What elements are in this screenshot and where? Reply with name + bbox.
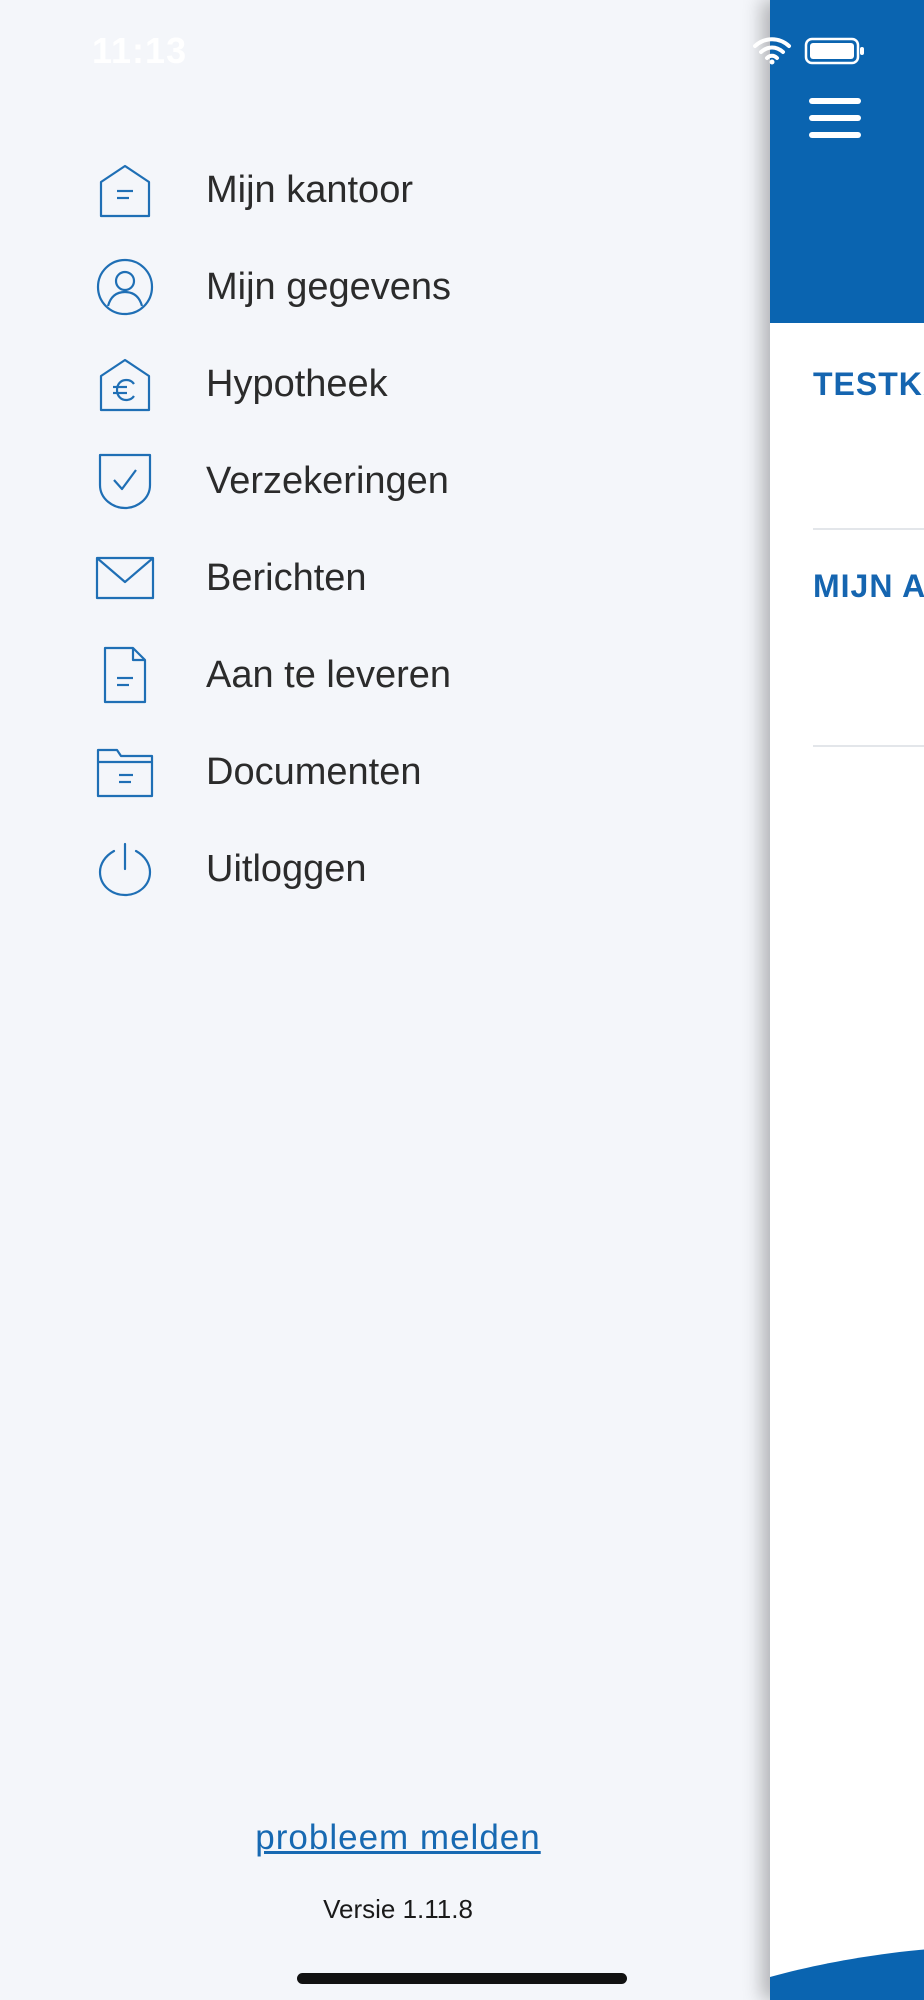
- menu-item-label: Verzekeringen: [206, 459, 449, 502]
- main-content-panel[interactable]: TESTKA MIJN A: [770, 0, 924, 2000]
- menu-item-label: Mijn kantoor: [206, 168, 413, 211]
- menu-item-uitloggen[interactable]: Uitloggen: [92, 829, 692, 909]
- battery-icon: [804, 37, 864, 65]
- menu-item-documenten[interactable]: Documenten: [92, 732, 692, 812]
- document-icon: [92, 642, 158, 708]
- menu-item-label: Hypotheek: [206, 362, 388, 405]
- status-time: 11:13: [92, 30, 188, 71]
- menu-item-label: Berichten: [206, 556, 367, 599]
- bottom-wave-decoration: [770, 1949, 924, 2000]
- status-bar-right: [752, 36, 866, 66]
- divider: [813, 745, 924, 747]
- menu-item-verzekeringen[interactable]: Verzekeringen: [92, 441, 692, 521]
- menu-item-berichten[interactable]: Berichten: [92, 538, 692, 618]
- shield-check-icon: [92, 448, 158, 514]
- section-title-testkantoor[interactable]: TESTKA: [813, 366, 924, 403]
- user-profile-icon: [92, 254, 158, 320]
- menu-item-mijn-kantoor[interactable]: Mijn kantoor: [92, 150, 692, 230]
- section-title-mijn-aanvragen[interactable]: MIJN A: [813, 568, 924, 605]
- folder-icon: [92, 739, 158, 805]
- hamburger-menu-icon[interactable]: [809, 98, 861, 138]
- menu-item-hypotheek[interactable]: Hypotheek: [92, 344, 692, 424]
- wifi-icon: [753, 37, 791, 65]
- menu-item-label: Mijn gegevens: [206, 265, 452, 308]
- office-house-icon: [92, 157, 158, 223]
- report-problem-link[interactable]: probleem melden: [0, 1818, 796, 1858]
- menu-item-mijn-gegevens[interactable]: Mijn gegevens: [92, 247, 692, 327]
- mortgage-euro-house-icon: [92, 351, 158, 417]
- menu-item-label: Aan te leveren: [206, 653, 452, 696]
- menu-item-aan-te-leveren[interactable]: Aan te leveren: [92, 635, 692, 715]
- divider: [813, 528, 924, 530]
- home-indicator[interactable]: [297, 1973, 627, 1984]
- version-label: Versie 1.11.8: [323, 1894, 473, 1924]
- menu-item-label: Uitloggen: [206, 847, 367, 890]
- envelope-icon: [92, 545, 158, 611]
- power-icon: [92, 836, 158, 902]
- menu-item-label: Documenten: [206, 750, 422, 793]
